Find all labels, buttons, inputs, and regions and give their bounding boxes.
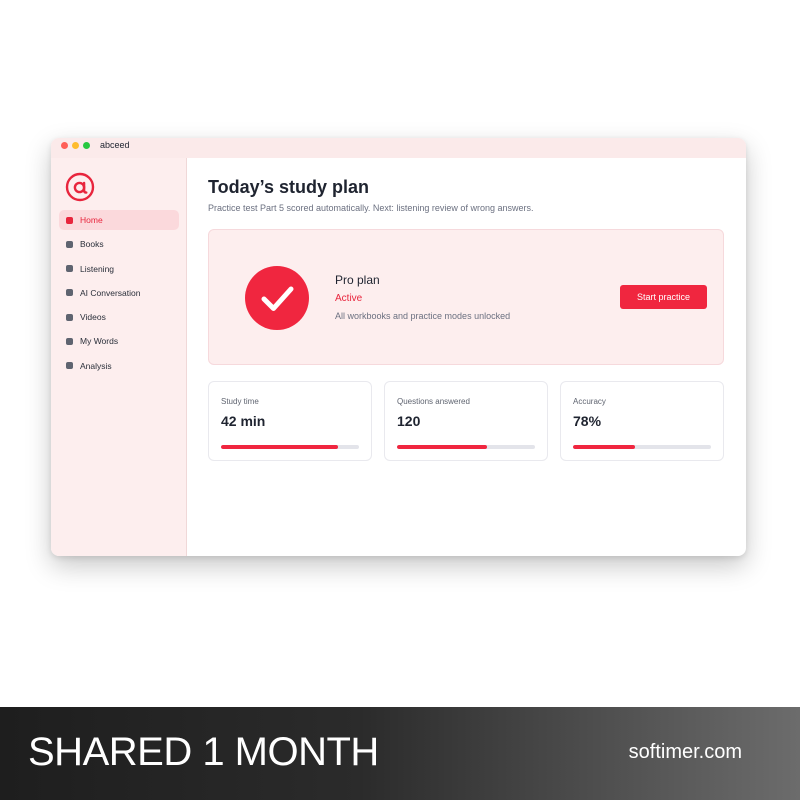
sidebar-item-label: My Words: [80, 336, 119, 347]
close-window-icon[interactable]: [61, 142, 68, 149]
abceed-logo-icon[interactable]: [65, 172, 95, 202]
sidebar-item-analysis[interactable]: Analysis: [59, 356, 179, 376]
sidebar-item-label: AI Conversation: [80, 287, 141, 298]
progress-track: [221, 445, 359, 449]
main-content: Today’s study plan Practice test Part 5 …: [188, 158, 746, 556]
progress-track: [573, 445, 711, 449]
stat-label: Study time: [221, 397, 259, 406]
sidebar-item-my-words[interactable]: My Words: [59, 331, 179, 351]
stat-value: 78%: [573, 413, 602, 429]
start-practice-button[interactable]: Start practice: [620, 285, 707, 309]
sidebar-nav: Home Books Listening AI Conversation Vid…: [59, 210, 179, 380]
home-icon: [66, 216, 73, 224]
sidebar-item-label: Listening: [80, 263, 115, 274]
minimize-window-icon[interactable]: [72, 142, 79, 149]
stat-card-study-time: Study time 42 min: [208, 381, 372, 461]
sidebar-item-label: Home: [80, 215, 103, 225]
progress-fill: [221, 445, 339, 449]
stat-label: Accuracy: [573, 397, 606, 406]
sidebar: Home Books Listening AI Conversation Vid…: [51, 158, 187, 556]
checkmark-circle-icon: [245, 266, 309, 330]
listening-icon: [66, 265, 73, 273]
books-icon: [66, 240, 73, 248]
stat-card-questions-answered: Questions answered 120: [384, 381, 548, 461]
plan-card: Pro plan Active All workbooks and practi…: [208, 229, 724, 365]
my-words-icon: [66, 337, 73, 345]
stat-card-accuracy: Accuracy 78%: [560, 381, 724, 461]
sidebar-item-home[interactable]: Home: [59, 210, 179, 230]
analysis-icon: [66, 362, 73, 370]
sidebar-item-label: Books: [80, 239, 104, 250]
sidebar-item-label: Videos: [80, 312, 106, 323]
window-controls: [61, 142, 90, 149]
banner-title: SHARED 1 MONTH: [28, 730, 379, 774]
stat-label: Questions answered: [397, 397, 470, 406]
stat-value: 120: [397, 413, 421, 429]
sidebar-item-books[interactable]: Books: [59, 234, 179, 254]
progress-track: [397, 445, 535, 449]
videos-icon: [66, 313, 73, 321]
plan-name: Pro plan: [335, 273, 380, 287]
sidebar-item-listening[interactable]: Listening: [59, 259, 179, 279]
title-bar: abceed: [51, 138, 746, 158]
progress-fill: [573, 445, 636, 449]
stat-value: 42 min: [221, 413, 266, 429]
window-title: abceed: [100, 140, 130, 150]
plan-status: Active: [335, 293, 363, 304]
page-subtitle: Practice test Part 5 scored automaticall…: [208, 203, 534, 213]
app-window: abceed Home Books Listening AI Conversat: [51, 138, 746, 556]
page-title: Today’s study plan: [208, 177, 370, 197]
progress-fill: [397, 445, 487, 449]
sidebar-item-label: Analysis: [80, 360, 112, 371]
sidebar-item-ai-conversation[interactable]: AI Conversation: [59, 283, 179, 303]
plan-description: All workbooks and practice modes unlocke…: [335, 311, 511, 321]
banner-site: softimer.com: [628, 741, 742, 763]
promo-banner: SHARED 1 MONTH softimer.com: [0, 707, 800, 800]
maximize-window-icon[interactable]: [83, 142, 90, 149]
sidebar-item-videos[interactable]: Videos: [59, 307, 179, 327]
ai-conversation-icon: [66, 289, 73, 297]
